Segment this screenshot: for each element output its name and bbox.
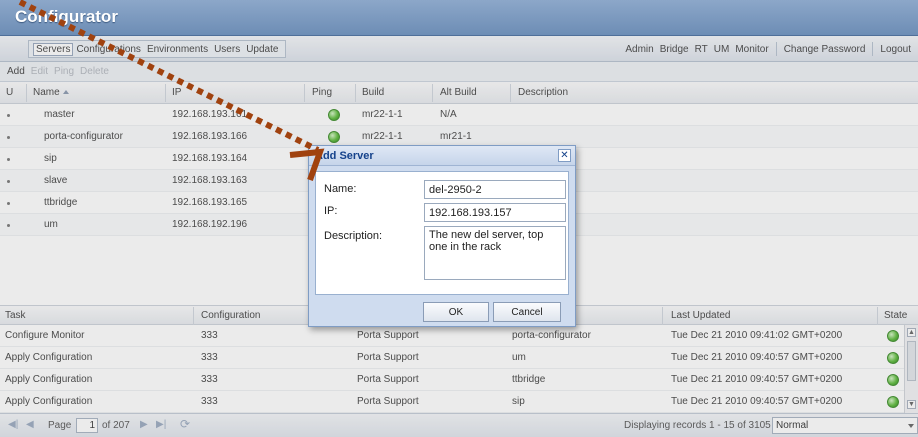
cancel-button[interactable]: Cancel	[493, 302, 561, 322]
dialog-title: Add Server	[315, 150, 374, 162]
ip-field[interactable]	[424, 203, 566, 222]
app-title: Configurator	[15, 7, 118, 26]
close-icon[interactable]: ✕	[558, 149, 571, 162]
description-field[interactable]: The new del server, top one in the rack	[424, 226, 566, 280]
name-field[interactable]	[424, 180, 566, 199]
dialog-titlebar[interactable]: Add Server ✕	[309, 146, 575, 166]
ok-button[interactable]: OK	[423, 302, 489, 322]
ip-label: IP:	[324, 205, 338, 217]
add-server-dialog: Add Server ✕ Name: IP: Description: The …	[308, 145, 576, 327]
name-label: Name:	[324, 183, 357, 195]
app-titlebar: Configurator	[0, 0, 918, 36]
dialog-form: Name: IP: Description: The new del serve…	[315, 171, 569, 295]
description-label: Description:	[324, 230, 383, 242]
